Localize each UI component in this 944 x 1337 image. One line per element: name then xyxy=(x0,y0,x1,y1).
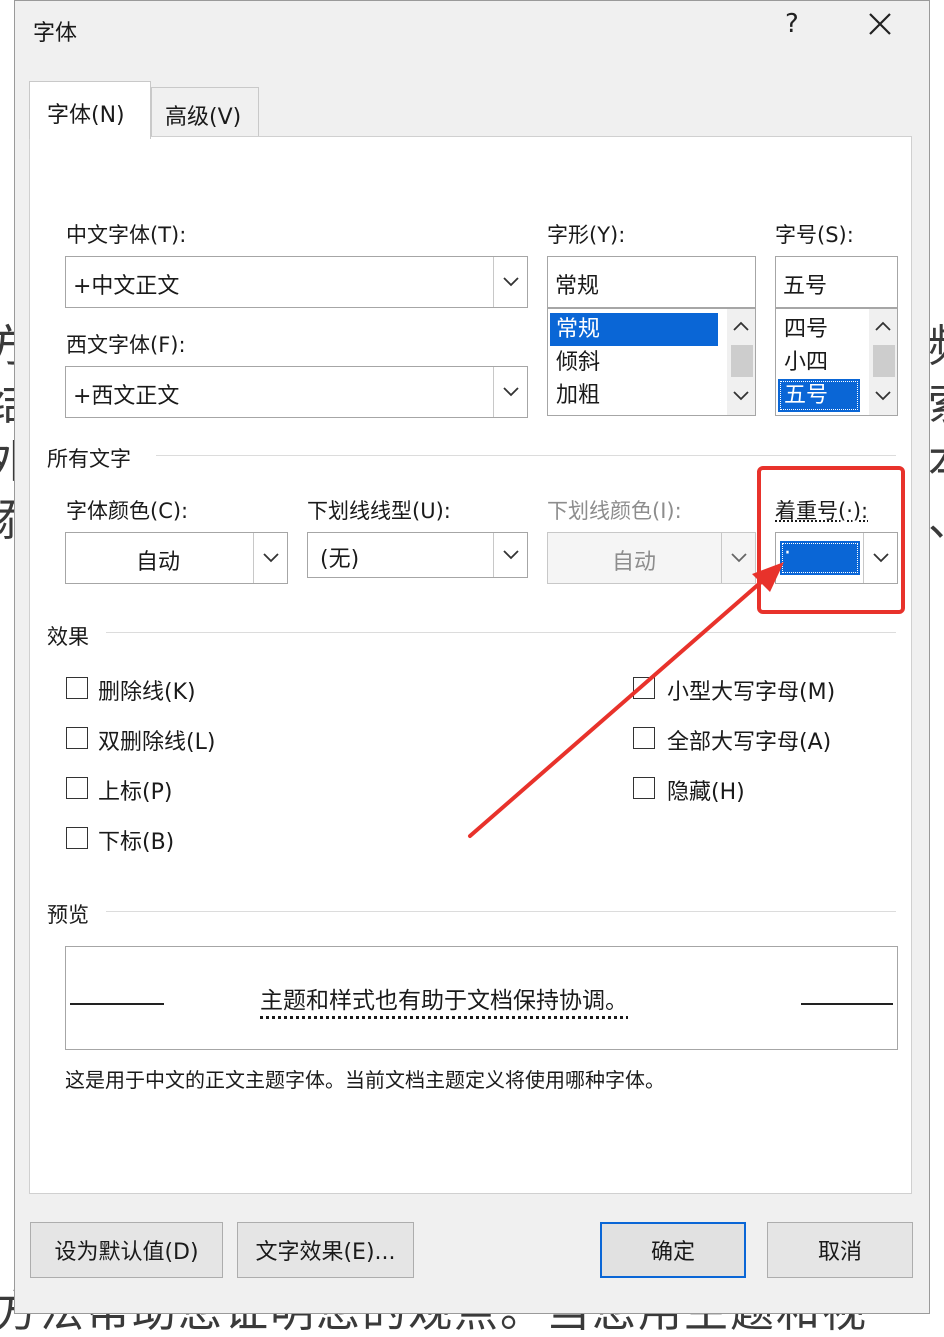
tab-font-label: 字体(N) xyxy=(47,97,125,129)
tab-font[interactable]: 字体(N) xyxy=(29,81,151,139)
annotation-arrow-icon xyxy=(0,0,944,1314)
